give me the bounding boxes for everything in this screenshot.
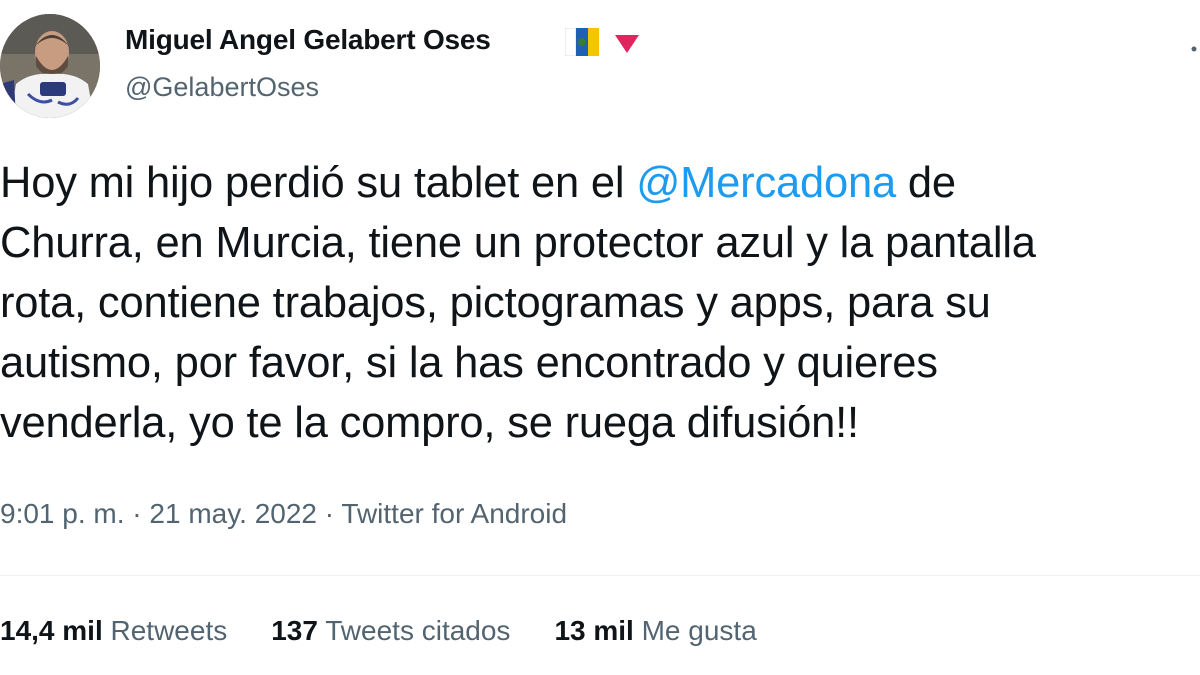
tweet-date[interactable]: 21 may. 2022: [149, 498, 317, 529]
red-triangle-icon: [613, 33, 641, 55]
retweets-stat[interactable]: 14,4 mil Retweets: [0, 615, 227, 647]
retweets-label: Retweets: [110, 615, 228, 646]
quotes-stat[interactable]: 137 Tweets citados: [271, 615, 510, 647]
meta-separator: ·: [317, 498, 342, 529]
tweet-line-text: de: [895, 159, 956, 207]
mention-link[interactable]: @Mercadona: [636, 159, 896, 207]
tweet-line: venderla, yo te la compro, se ruega difu…: [0, 399, 859, 447]
author-display-name[interactable]: Miguel Angel Gelabert Oses: [125, 24, 491, 56]
retweets-count: 14,4 mil: [0, 615, 103, 646]
likes-count: 13 mil: [554, 615, 634, 646]
quotes-count: 137: [271, 615, 318, 646]
tweet-line: Hoy mi hijo perdió su tablet en el @Merc…: [0, 153, 1200, 213]
tweet-text: Hoy mi hijo perdió su tablet en el @Merc…: [0, 153, 1200, 463]
tweet-source[interactable]: Twitter for Android: [341, 498, 567, 529]
tweet-line-text: Hoy mi hijo perdió su tablet en el: [0, 159, 637, 207]
author-handle[interactable]: @GelabertOses: [125, 72, 319, 103]
avatar[interactable]: [0, 14, 100, 118]
more-options-icon[interactable]: [1188, 40, 1200, 52]
divider: [0, 575, 1200, 576]
likes-label: Me gusta: [641, 615, 757, 646]
tweet-line: autismo, por favor, si la has encontrado…: [0, 339, 938, 387]
tweet-line: Churra, en Murcia, tiene un protector az…: [0, 219, 1036, 267]
tweet-stats: 14,4 mil Retweets 137 Tweets citados 13 …: [0, 615, 757, 647]
tweet-meta: 9:01 p. m. · 21 may. 2022 · Twitter for …: [0, 498, 567, 530]
likes-stat[interactable]: 13 mil Me gusta: [554, 615, 756, 647]
avatar-image: [0, 14, 100, 118]
tweet-time[interactable]: 9:01 p. m.: [0, 498, 125, 529]
canary-islands-flag-icon: [564, 27, 599, 57]
tweet-line: rota, contiene trabajos, pictogramas y a…: [0, 279, 991, 327]
quotes-label: Tweets citados: [325, 615, 511, 646]
meta-separator: ·: [124, 498, 150, 529]
